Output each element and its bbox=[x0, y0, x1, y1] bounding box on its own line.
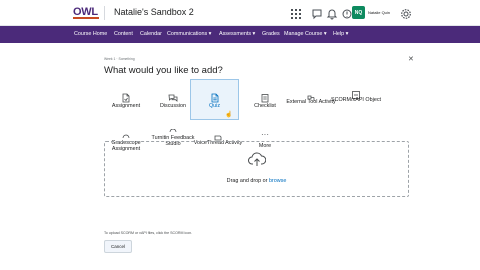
nav-course-home[interactable]: Course Home bbox=[74, 31, 107, 37]
upload-cloud-icon bbox=[247, 151, 266, 167]
nav-assessments[interactable]: Assessments ▾ bbox=[219, 31, 255, 37]
nav-grades[interactable]: Grades bbox=[262, 31, 280, 37]
course-selector-icon[interactable] bbox=[290, 7, 302, 19]
voicethread-icon bbox=[213, 130, 223, 141]
course-title[interactable]: Natalie's Sandbox 2 bbox=[114, 7, 194, 17]
breadcrumb[interactable]: Week 1 · Something bbox=[104, 57, 135, 61]
tile-label: Quiz bbox=[208, 103, 221, 109]
dropzone-text: Drag and drop or browse bbox=[105, 178, 408, 184]
tile-label: SCORM/xAPI Object bbox=[330, 97, 382, 103]
nav-calendar[interactable]: Calendar bbox=[140, 31, 162, 37]
file-dropzone[interactable]: Drag and drop or browse bbox=[104, 141, 409, 197]
logo-underline bbox=[73, 17, 99, 19]
subscription-alerts-icon[interactable] bbox=[326, 7, 338, 20]
nav-content[interactable]: Content bbox=[114, 31, 133, 37]
cancel-button[interactable]: Cancel bbox=[104, 240, 132, 253]
cursor-hand-icon: ☝ bbox=[225, 112, 233, 118]
assignment-icon bbox=[121, 90, 131, 103]
header-divider bbox=[104, 6, 105, 20]
course-navbar: Course Home Content Calendar Communicati… bbox=[0, 26, 480, 43]
dropzone-instruction: Drag and drop or bbox=[226, 178, 269, 184]
tile-scorm[interactable]: SCORM/xAPI Object bbox=[328, 81, 384, 117]
nav-help[interactable]: Help ▾ bbox=[333, 31, 348, 37]
dialog-title: What would you like to add? bbox=[104, 65, 223, 76]
tile-quiz[interactable]: Quiz ☝ bbox=[190, 79, 239, 120]
checklist-icon bbox=[260, 90, 270, 103]
scorm-icon bbox=[351, 87, 361, 99]
message-alerts-icon[interactable] bbox=[311, 7, 323, 20]
avatar[interactable]: NQ bbox=[352, 6, 365, 19]
quiz-icon bbox=[210, 90, 220, 103]
browse-link[interactable]: browse bbox=[269, 178, 286, 184]
nav-manage-course[interactable]: Manage Course ▾ bbox=[284, 31, 327, 37]
scorm-hint: To upload SCORM or xAPI files, click the… bbox=[104, 231, 193, 235]
discussion-icon bbox=[168, 90, 178, 102]
gradescope-icon bbox=[121, 130, 131, 140]
close-icon[interactable]: ✕ bbox=[408, 55, 414, 63]
nav-communications[interactable]: Communications ▾ bbox=[167, 31, 211, 37]
user-name[interactable]: Natalie Quin bbox=[368, 10, 390, 15]
gear-icon[interactable] bbox=[400, 7, 412, 19]
top-header: OWL Natalie's Sandbox 2 NQ Natalie Quin bbox=[0, 0, 480, 26]
